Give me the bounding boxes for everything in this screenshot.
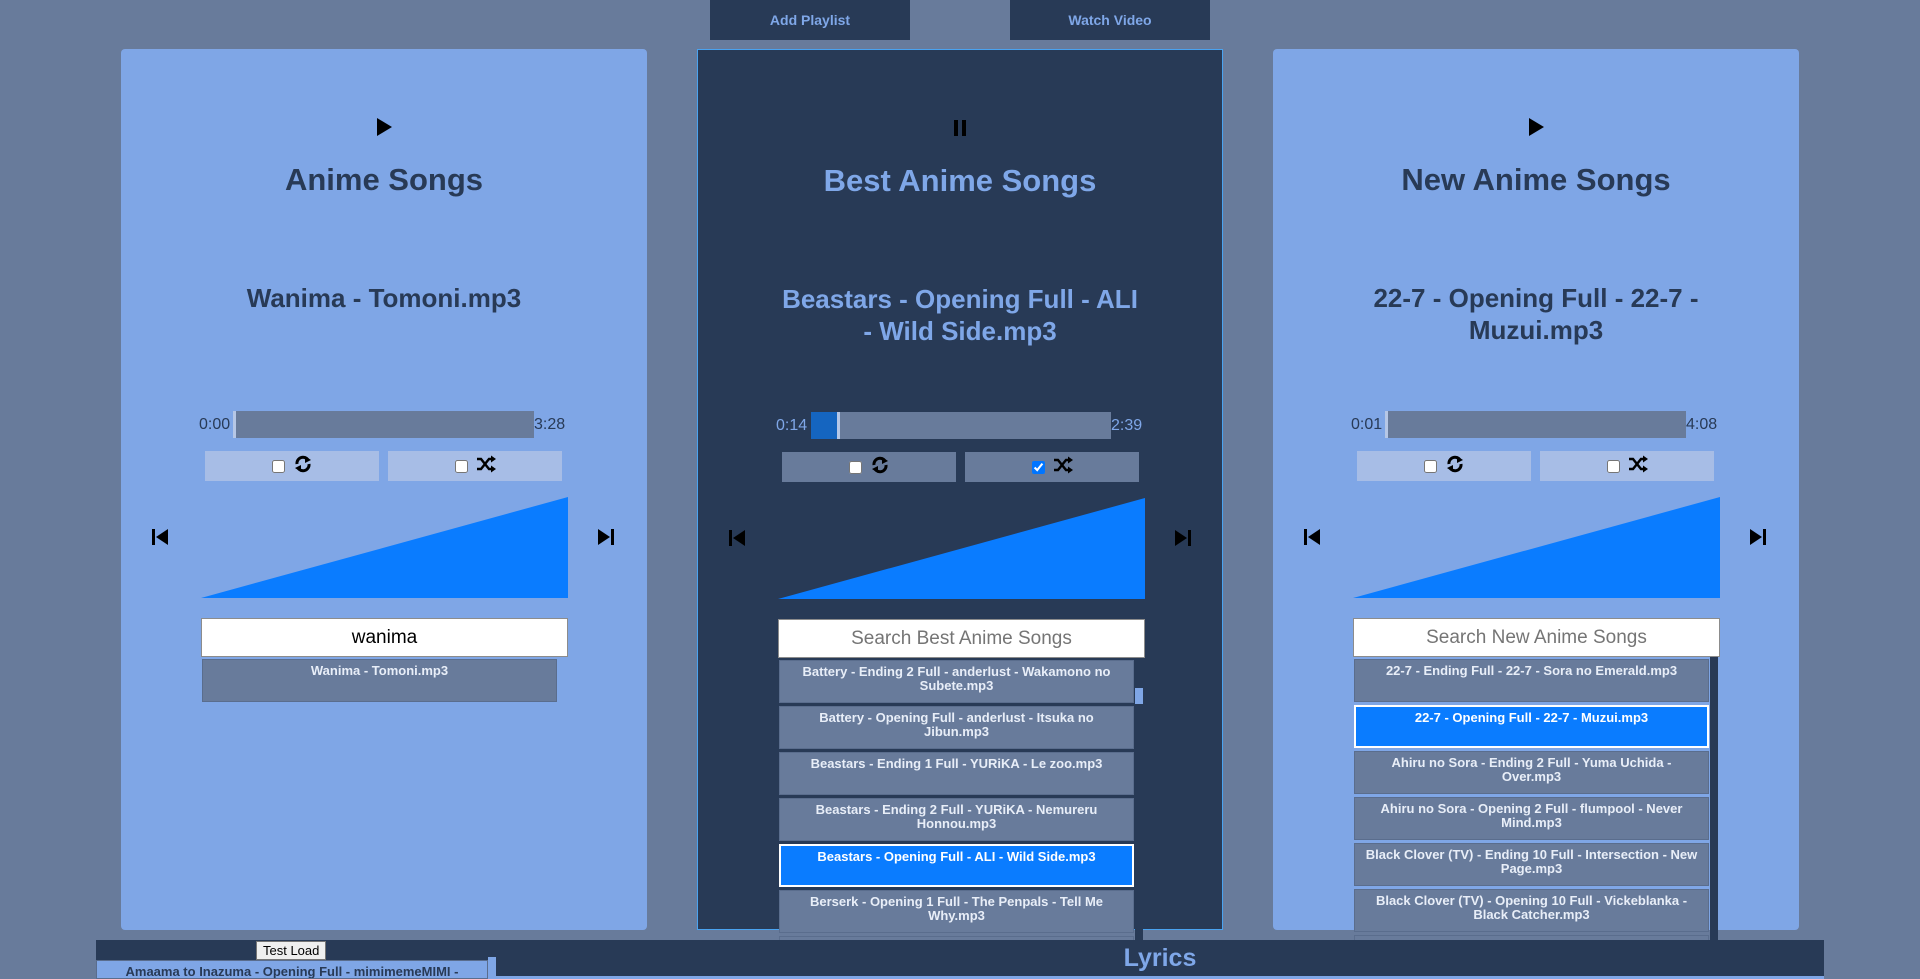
next-track-icon[interactable] [593,524,619,550]
song-list-item[interactable]: Ahiru no Sora - Ending 2 Full - Yuma Uch… [1354,751,1709,794]
progress-thumb[interactable] [233,411,236,438]
song-list-item[interactable]: Berserk - Opening 1 Full - The Penpals -… [779,890,1134,933]
progress-fill [811,412,838,439]
repeat-checkbox[interactable] [848,460,862,474]
shuffle-toggle[interactable] [388,451,562,481]
shuffle-toggle[interactable] [1540,451,1714,481]
scrollbar-track [1710,657,1718,962]
progress-bar[interactable] [1385,411,1686,438]
shuffle-icon [476,455,496,478]
song-list[interactable]: Battery - Ending 2 Full - anderlust - Wa… [778,658,1135,963]
player-panel: Best Anime Songs Beastars - Opening Full… [697,49,1223,963]
song-list-item[interactable]: 22-7 - Ending Full - 22-7 - Sora no Emer… [1354,659,1709,702]
song-list-item[interactable]: Black Clover (TV) - Ending 10 Full - Int… [1354,843,1709,886]
lyrics-title: Lyrics [1123,944,1197,972]
current-time: 0:14 [776,417,808,434]
player-panel: Anime Songs Wanima - Tomoni.mp3 0:00 3:2… [121,49,647,930]
playlist-title: New Anime Songs [1401,162,1671,197]
repeat-icon [1445,454,1465,479]
song-list-item[interactable]: Beastars - Opening Full - ALI - Wild Sid… [779,844,1134,887]
song-list-item[interactable]: Black Clover (TV) - Opening 10 Full - Vi… [1354,889,1709,932]
duration-time: 3:28 [534,416,566,433]
previous-track-icon[interactable] [724,525,750,551]
scrollbar-thumb[interactable] [1135,688,1143,704]
song-search-input[interactable] [201,618,568,657]
side-song-list[interactable]: Amaama to Inazuma - Opening Full - mimim… [96,960,488,979]
repeat-toggle[interactable] [1357,451,1531,481]
song-list-scrollbar[interactable] [1135,658,1143,963]
shuffle-icon [1628,455,1648,478]
duration-time: 2:39 [1111,417,1143,434]
song-search-input[interactable] [778,619,1145,658]
progress-bar[interactable] [811,412,1111,439]
repeat-toggle[interactable] [205,451,379,481]
song-list-item[interactable]: Ahiru no Sora - Opening 2 Full - flumpoo… [1354,797,1709,840]
duration-time: 4:08 [1686,416,1718,433]
song-title: Wanima - Tomoni.mp3 [246,283,522,313]
progress-thumb[interactable] [837,412,840,439]
play-icon[interactable] [372,115,396,139]
song-list[interactable]: Wanima - Tomoni.mp3 [201,657,558,962]
add-playlist-button[interactable]: Add Playlist [710,0,910,40]
shuffle-checkbox[interactable] [454,459,468,473]
volume-fill [201,497,568,598]
song-list-item[interactable]: Beastars - Ending 2 Full - YURiKA - Nemu… [779,798,1134,841]
test-load-button[interactable]: Test Load [256,941,327,960]
repeat-checkbox[interactable] [271,459,285,473]
volume-slider[interactable] [201,497,568,598]
volume-fill [778,498,1145,599]
previous-track-icon[interactable] [147,524,173,550]
playlist-title: Anime Songs [284,162,484,197]
song-title: Beastars - Opening Full - ALI - Wild Sid… [782,284,1138,346]
playlist-title: Best Anime Songs [823,163,1097,198]
next-track-icon[interactable] [1170,525,1196,551]
song-search-input[interactable] [1353,618,1720,657]
song-list-item[interactable]: Battery - Opening Full - anderlust - Its… [779,706,1134,749]
song-list-item[interactable]: 22-7 - Opening Full - 22-7 - Muzui.mp3 [1354,705,1709,748]
progress-thumb[interactable] [1385,411,1388,438]
song-list-item[interactable]: Beastars - Ending 1 Full - YURiKA - Le z… [779,752,1134,795]
song-list-scrollbar[interactable] [1710,657,1718,962]
next-track-icon[interactable] [1745,524,1771,550]
pause-icon[interactable] [948,116,972,140]
watch-video-button[interactable]: Watch Video [1010,0,1210,40]
shuffle-toggle[interactable] [965,452,1139,482]
play-icon[interactable] [1524,115,1548,139]
shuffle-icon [1053,456,1073,479]
song-list[interactable]: 22-7 - Ending Full - 22-7 - Sora no Emer… [1353,657,1710,962]
repeat-icon [293,454,313,479]
repeat-checkbox[interactable] [1423,459,1437,473]
volume-slider[interactable] [778,498,1145,599]
shuffle-checkbox[interactable] [1606,459,1620,473]
song-list-item[interactable]: Wanima - Tomoni.mp3 [202,659,557,702]
song-title: 22-7 - Opening Full - 22-7 - Muzui.mp3 [1373,283,1699,345]
volume-fill [1353,497,1720,598]
repeat-icon [870,455,890,480]
current-time: 0:01 [1351,416,1383,433]
current-time: 0:00 [199,416,231,433]
song-list-item[interactable]: Battery - Ending 2 Full - anderlust - Wa… [779,660,1134,703]
progress-bar[interactable] [233,411,534,438]
side-list-item[interactable]: Amaama to Inazuma - Opening Full - mimim… [97,961,487,978]
repeat-toggle[interactable] [782,452,956,482]
previous-track-icon[interactable] [1299,524,1325,550]
player-panel: New Anime Songs 22-7 - Opening Full - 22… [1273,49,1799,962]
side-list-scrollbar[interactable] [488,957,496,979]
shuffle-checkbox[interactable] [1031,460,1045,474]
volume-slider[interactable] [1353,497,1720,598]
